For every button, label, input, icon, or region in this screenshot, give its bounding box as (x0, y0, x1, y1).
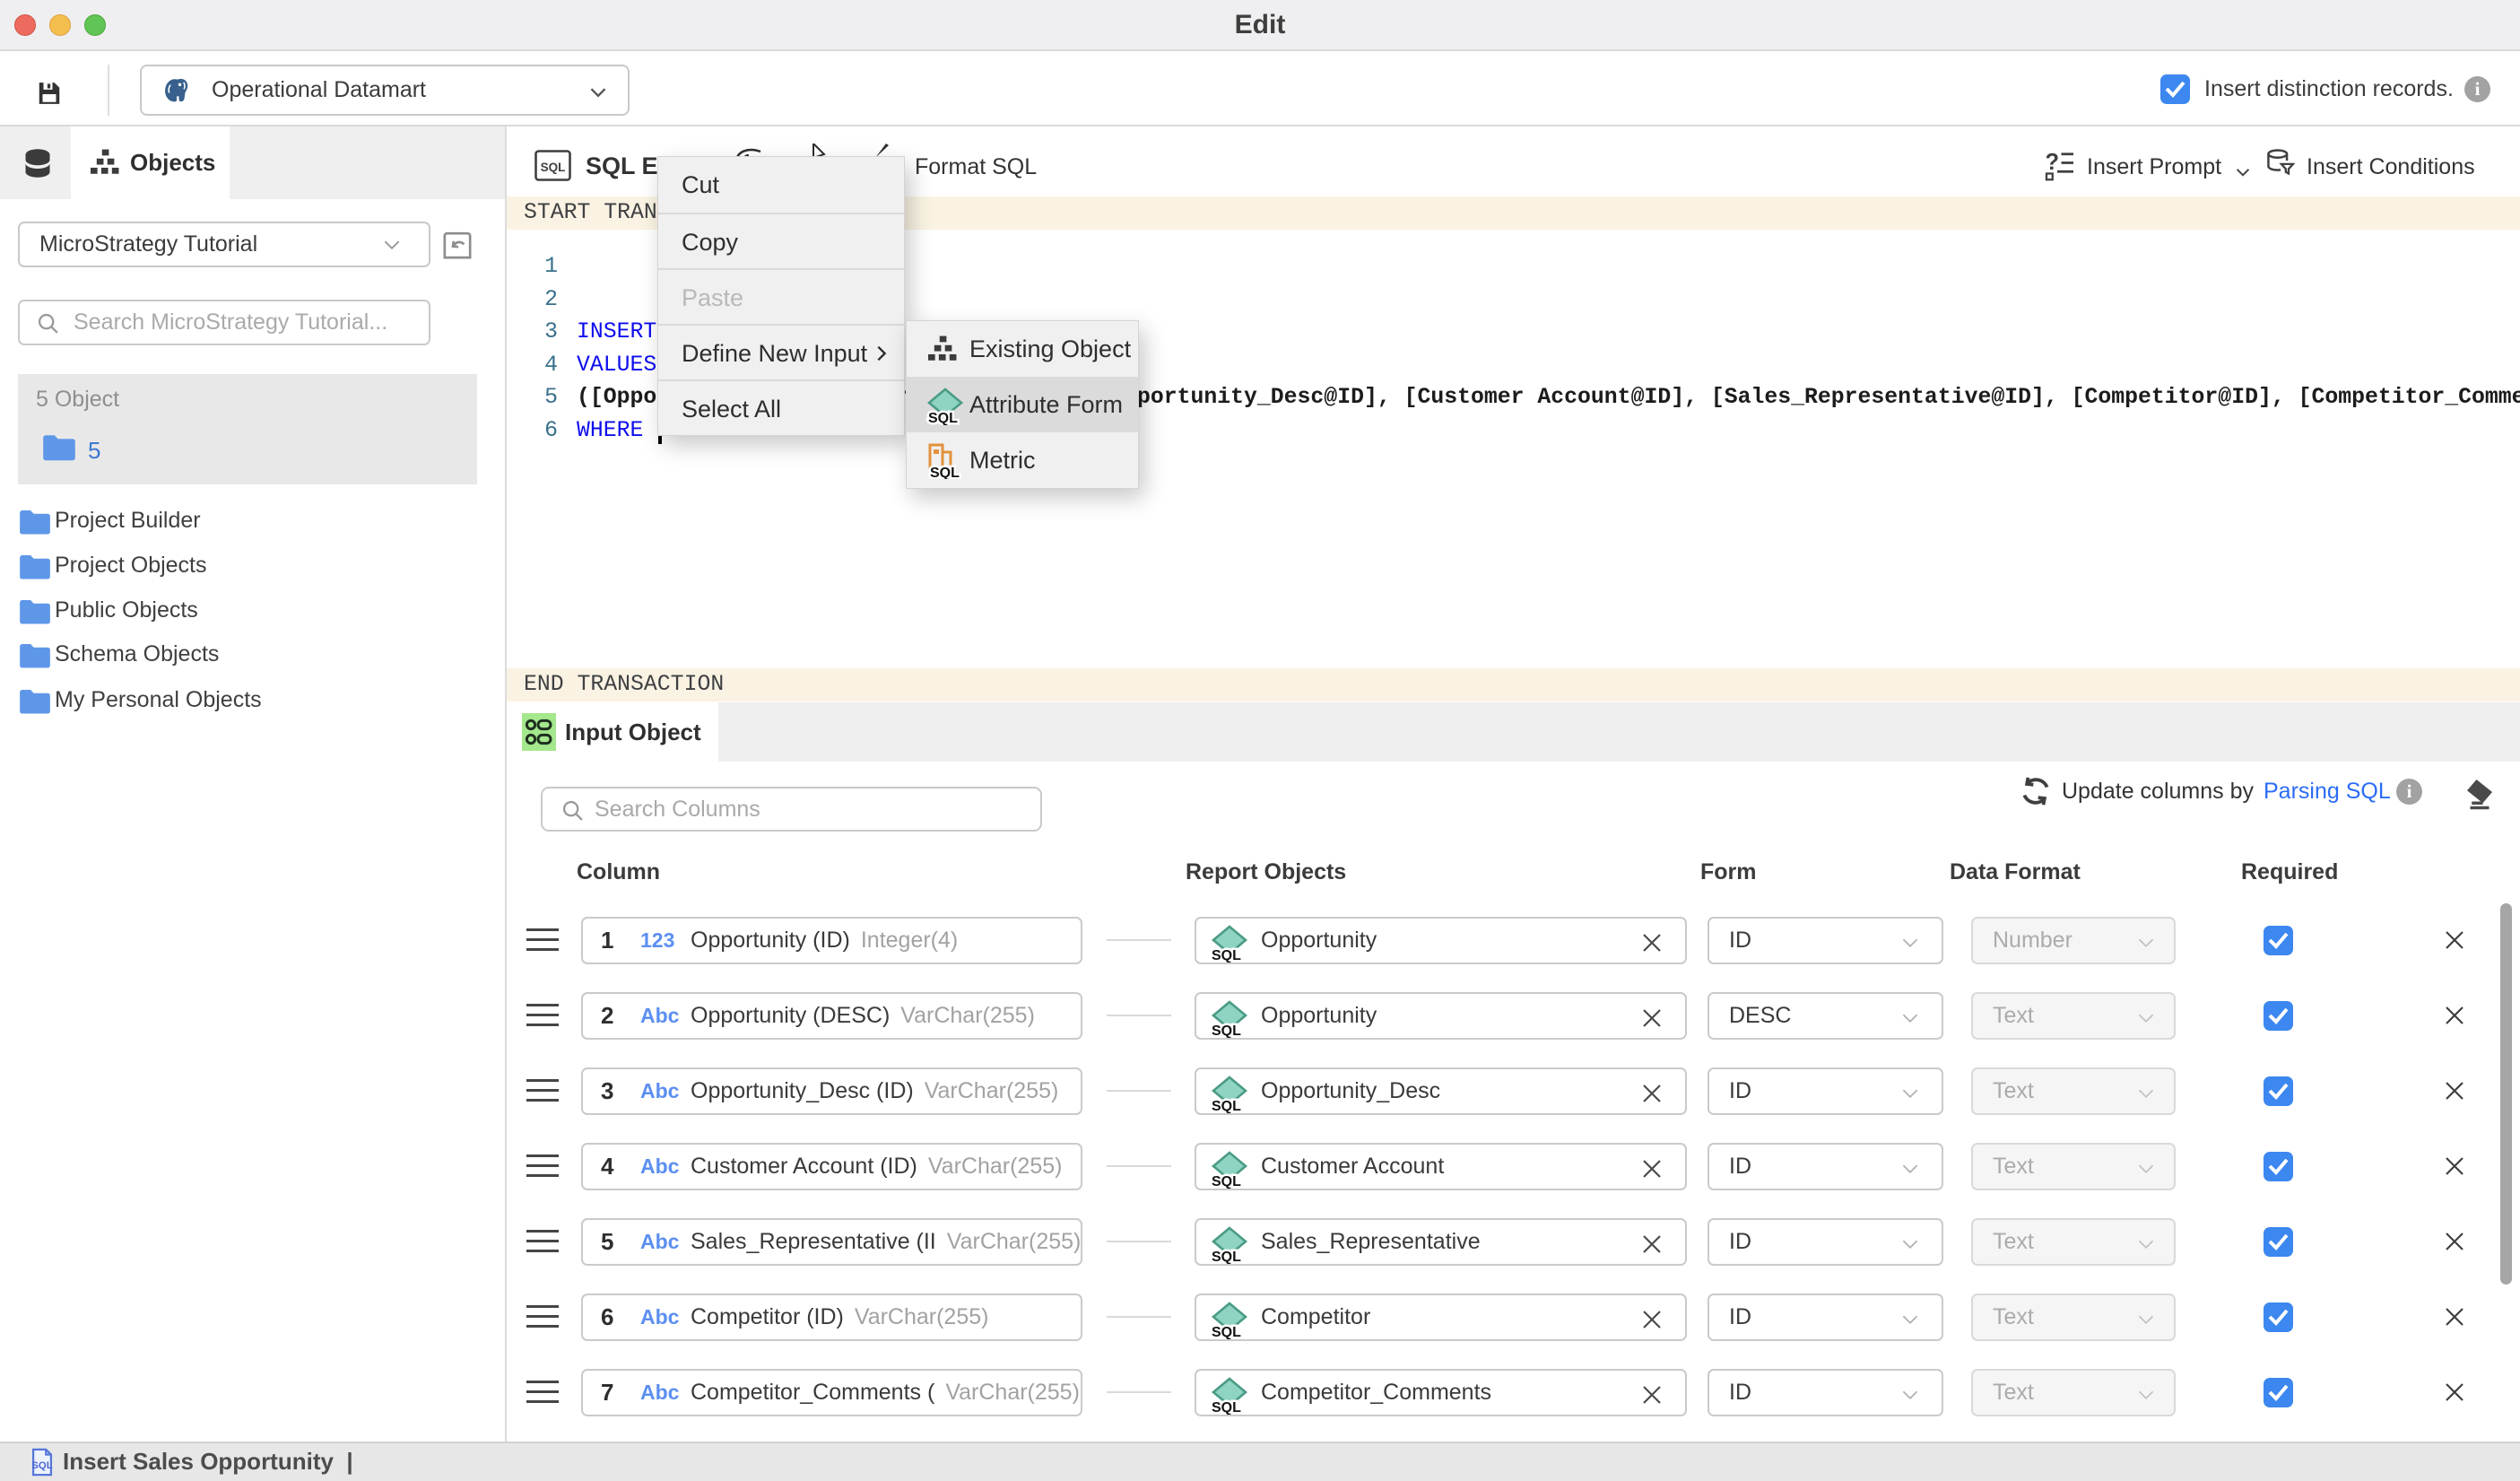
svg-text:SQL: SQL (930, 466, 960, 479)
svg-text:SQL: SQL (31, 1460, 52, 1471)
svg-text:SQL: SQL (1212, 1325, 1241, 1339)
svg-text:SQL: SQL (928, 411, 958, 425)
svg-text:SQL: SQL (1212, 1250, 1241, 1264)
svg-text:SQL: SQL (1212, 1174, 1241, 1189)
svg-text:SQL: SQL (1212, 1024, 1241, 1038)
svg-text:SQL: SQL (1212, 1099, 1241, 1113)
svg-text:SQL: SQL (1212, 1400, 1241, 1415)
svg-text:?: ? (2046, 150, 2060, 175)
svg-text:SQL: SQL (1212, 948, 1241, 963)
svg-text:SQL: SQL (541, 161, 566, 174)
